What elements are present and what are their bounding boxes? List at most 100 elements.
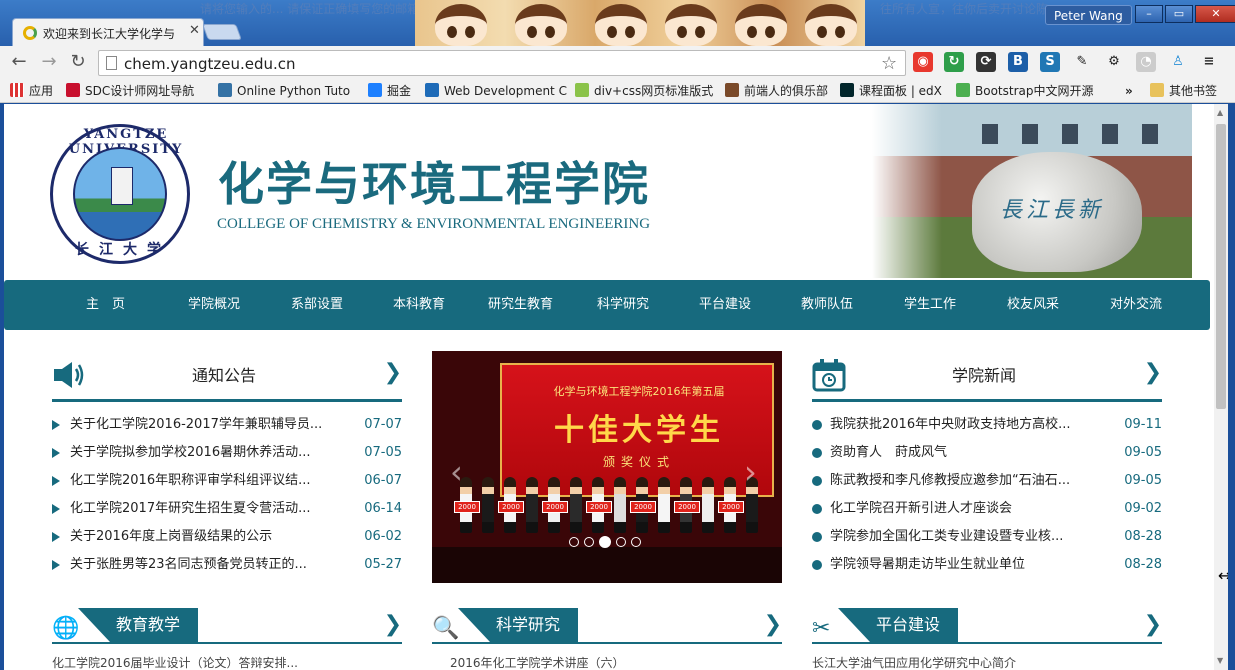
b-extension-icon[interactable]: B [1008, 52, 1028, 72]
scroll-up-icon[interactable]: ▲ [1217, 108, 1223, 117]
list-item[interactable]: 长江大学油气田应用化学研究中心简介 [812, 654, 1016, 670]
carousel-dot[interactable] [599, 536, 611, 548]
list-item[interactable]: 关于化工学院2016-2017学年兼职辅导员... 07-07 [52, 411, 402, 439]
news-more-chevron-icon[interactable]: ❯ [1144, 360, 1162, 385]
logo-emblem [73, 147, 167, 241]
club-icon [725, 83, 739, 97]
photo-carousel[interactable]: 化学与环境工程学院2016年第五届 十佳大学生 颁奖仪式 2000 2000 200… [432, 351, 782, 583]
pen-icon[interactable]: ✎ [1072, 52, 1092, 72]
carousel-indicators [569, 536, 641, 548]
globe-icon: 🌐 [52, 616, 80, 641]
nav-research[interactable]: 科学研究 [597, 280, 649, 330]
section-research: 🔍 科学研究 ❯ [432, 608, 782, 644]
carousel-prev-icon[interactable]: ‹ [450, 453, 463, 491]
teaching-more-chevron-icon[interactable]: ❯ [384, 612, 402, 637]
section-platform-title[interactable]: 平台建设 [838, 608, 959, 642]
bookmark-star-icon[interactable]: ☆ [881, 53, 897, 74]
bookmark-item[interactable]: Web Development C [425, 82, 567, 100]
new-tab-button[interactable] [202, 24, 242, 40]
nav-alumni[interactable]: 校友风采 [1007, 280, 1059, 330]
carousel-next-icon[interactable]: › [744, 453, 757, 491]
list-item[interactable]: 化工学院2016年职称评审学科组评议结... 06-07 [52, 467, 402, 495]
person-icon[interactable]: ♙ [1168, 52, 1188, 72]
profile-button[interactable]: Peter Wang [1045, 5, 1132, 25]
bookmark-item[interactable]: 前端人的俱乐部 [725, 82, 828, 100]
refresh-extension-icon[interactable]: ⟳ [976, 52, 996, 72]
list-item[interactable]: 化工学院2016届毕业设计（论文）答辩安排... [52, 654, 298, 670]
list-item[interactable]: 2016年化工学院学术讲座（六） [450, 654, 625, 670]
nav-departments[interactable]: 系部设置 [291, 280, 343, 330]
bookmark-apps[interactable]: 应用 [10, 82, 53, 100]
scroll-thumb[interactable] [1216, 124, 1226, 409]
carousel-dot[interactable] [584, 537, 594, 547]
banner-caption: 颁奖仪式 [602, 455, 675, 469]
nav-exchange[interactable]: 对外交流 [1110, 280, 1162, 330]
background-text: 往所有人宣，往你后卖开讨论陈 [880, 2, 1049, 16]
nav-platform[interactable]: 平台建设 [699, 280, 751, 330]
list-item[interactable]: 学院参加全国化工类专业建设暨专业核... 08-28 [812, 523, 1162, 551]
bookmark-item[interactable]: Online Python Tuto [218, 82, 350, 100]
list-item[interactable]: 学院领导暑期走访毕业生就业单位 08-28 [812, 551, 1162, 579]
theme-artwork [415, 0, 865, 46]
nav-students[interactable]: 学生工作 [904, 280, 956, 330]
magnifier-icon: 🔍 [432, 616, 460, 641]
main-nav: 主 页 学院概况 系部设置 本科教育 研究生教育 科学研究 平台建设 教师队伍 … [4, 280, 1210, 330]
back-arrow-icon[interactable]: ← [8, 51, 30, 73]
reload-icon[interactable]: ↻ [67, 51, 89, 73]
list-item[interactable]: 化工学院2017年研究生招生夏令营活动... 06-14 [52, 495, 402, 523]
weibo-icon[interactable]: ◉ [913, 52, 933, 72]
s-extension-icon[interactable]: S [1040, 52, 1060, 72]
list-item[interactable]: 关于2016年度上岗晋级结果的公示 06-02 [52, 523, 402, 551]
list-item[interactable]: 化工学院召开新引进人才座谈会 09-02 [812, 495, 1162, 523]
list-item[interactable]: 陈武教授和李凡修教授应邀参加“石油石... 09-05 [812, 467, 1162, 495]
bookmarks-overflow[interactable]: » [1125, 82, 1133, 100]
section-research-title[interactable]: 科学研究 [458, 608, 579, 642]
notices-more-chevron-icon[interactable]: ❯ [384, 360, 402, 385]
url-text[interactable]: chem.yangtzeu.edu.cn [124, 55, 296, 73]
nav-graduate[interactable]: 研究生教育 [488, 280, 553, 330]
nav-about[interactable]: 学院概况 [188, 280, 240, 330]
platform-more-chevron-icon[interactable]: ❯ [1144, 612, 1162, 637]
list-item[interactable]: 资助育人 莳成风气 09-05 [812, 439, 1162, 467]
bookmark-item[interactable]: div+css网页标准版式 [575, 82, 713, 100]
award-recipient [526, 477, 538, 533]
maximize-button[interactable]: ▭ [1165, 5, 1193, 23]
vertical-scrollbar[interactable]: ▲ ▼ [1214, 104, 1228, 670]
browser-tab[interactable]: 欢迎来到长江大学化学与 ✕ [12, 18, 204, 46]
list-item[interactable]: 关于学院拟参加学校2016暑期休养活动... 07-05 [52, 439, 402, 467]
bullet-dot-icon [812, 448, 822, 458]
menu-icon[interactable]: ≡ [1199, 52, 1219, 72]
bookmark-item[interactable]: SDC设计师网址导航 [66, 82, 194, 100]
carousel-dot[interactable] [616, 537, 626, 547]
list-item[interactable]: 关于张胜男等23名同志预备党员转正的... 05-27 [52, 551, 402, 579]
section-teaching-title[interactable]: 教育教学 [78, 608, 199, 642]
list-item[interactable]: 我院获批2016年中央财政支持地方高校... 09-11 [812, 411, 1162, 439]
close-icon[interactable]: ✕ [189, 23, 200, 38]
close-window-button[interactable]: ✕ [1195, 5, 1235, 23]
folder-icon [1150, 83, 1164, 97]
bookmark-item[interactable]: Bootstrap中文网开源 [956, 82, 1093, 100]
university-logo[interactable]: YANGTZE UNIVERSITY 长江大学 [50, 124, 190, 264]
scroll-down-icon[interactable]: ▼ [1217, 656, 1223, 665]
nav-undergrad[interactable]: 本科教育 [393, 280, 445, 330]
nav-home[interactable]: 主 页 [86, 280, 125, 330]
carousel-dot[interactable] [569, 537, 579, 547]
other-bookmarks[interactable]: 其他书签 [1150, 82, 1217, 100]
carousel-dot[interactable] [631, 537, 641, 547]
bootstrap-icon [956, 83, 970, 97]
bookmark-item[interactable]: 掘金 [368, 82, 411, 100]
award-board: 2000 [586, 501, 612, 513]
gear-icon[interactable]: ⚙ [1104, 52, 1124, 72]
minimize-button[interactable]: – [1135, 5, 1163, 23]
sync-icon[interactable]: ↻ [944, 52, 964, 72]
research-more-chevron-icon[interactable]: ❯ [764, 612, 782, 637]
bookmark-item[interactable]: 课程面板 | edX [840, 82, 942, 100]
juejin-icon [368, 83, 382, 97]
nav-faculty[interactable]: 教师队伍 [801, 280, 853, 330]
theme-character [735, 4, 787, 46]
edx-icon [840, 83, 854, 97]
building-window [1022, 124, 1038, 144]
rss-icon[interactable]: ◔ [1136, 52, 1156, 72]
forward-arrow-icon[interactable]: → [38, 51, 60, 73]
address-bar[interactable]: chem.yangtzeu.edu.cn ☆ [98, 50, 906, 76]
